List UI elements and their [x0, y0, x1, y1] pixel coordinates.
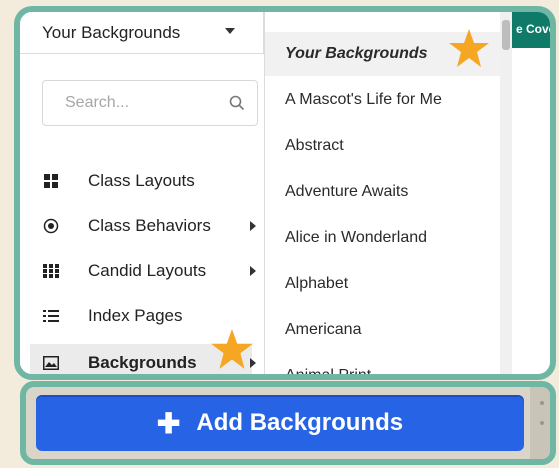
list-icon	[42, 307, 60, 325]
star-icon	[449, 29, 489, 67]
nav-item-candid-layouts[interactable]: Candid Layouts	[42, 252, 264, 290]
background-category-select[interactable]: Your Backgrounds	[20, 12, 264, 54]
submenu-label: Alphabet	[285, 275, 349, 292]
submenu-item[interactable]: Alice in Wonderland	[265, 216, 501, 260]
nav-item-class-layouts[interactable]: Class Layouts	[42, 162, 264, 200]
add-button-label: Add Backgrounds	[196, 409, 404, 436]
submenu-label: Americana	[285, 321, 362, 338]
submenu-item[interactable]: A Mascot's Life for Me	[265, 78, 501, 122]
submenu-item[interactable]: Abstract	[265, 124, 501, 168]
submenu-label: Abstract	[285, 137, 344, 154]
add-backgrounds-button[interactable]: ✚ Add Backgrounds	[36, 395, 524, 451]
tiles-icon	[42, 262, 60, 280]
category-column: Your Backgrounds Search... Class Layouts…	[20, 12, 264, 374]
chevron-right-icon	[250, 266, 256, 276]
plus-icon: ✚	[156, 407, 181, 439]
submenu-scrollbar-thumb[interactable]	[502, 20, 510, 50]
add-button-panel: ✚ Add Backgrounds	[20, 381, 556, 465]
dot	[540, 421, 544, 425]
submenu-item[interactable]: Adventure Awaits	[265, 170, 501, 214]
search-placeholder: Search...	[65, 94, 130, 111]
nav-item-class-behaviors[interactable]: Class Behaviors	[42, 207, 264, 245]
search-icon[interactable]	[229, 95, 245, 111]
submenu-item[interactable]: Alphabet	[265, 262, 501, 306]
cover-banner: e Cove	[512, 12, 556, 48]
submenu-label: Animal Print	[285, 367, 372, 380]
submenu-label: Your Backgrounds	[285, 45, 428, 62]
select-value: Your Backgrounds	[42, 22, 181, 42]
menu-panel: Your Backgrounds Search... Class Layouts…	[14, 6, 556, 380]
banner-text: e Cove	[516, 22, 556, 36]
nav-label: Class Behaviors	[88, 216, 211, 235]
image-icon	[42, 354, 60, 372]
star-icon	[211, 329, 253, 369]
submenu-item[interactable]: Americana	[265, 308, 501, 352]
nav-label: Backgrounds	[88, 353, 197, 372]
submenu-scrollbar-track[interactable]	[500, 12, 512, 374]
caret-down-icon	[225, 28, 235, 34]
submenu-label: A Mascot's Life for Me	[285, 91, 442, 108]
grid-icon	[42, 172, 60, 190]
dot	[540, 401, 544, 405]
submenu-label: Adventure Awaits	[285, 183, 409, 200]
submenu-item[interactable]: Animal Print	[265, 354, 501, 380]
submenu-label: Alice in Wonderland	[285, 229, 428, 246]
target-icon	[42, 217, 60, 235]
nav-label: Class Layouts	[88, 171, 195, 190]
nav-label: Candid Layouts	[88, 261, 207, 280]
search-input[interactable]: Search...	[42, 80, 258, 126]
chevron-right-icon	[250, 221, 256, 231]
nav-label: Index Pages	[88, 306, 183, 325]
